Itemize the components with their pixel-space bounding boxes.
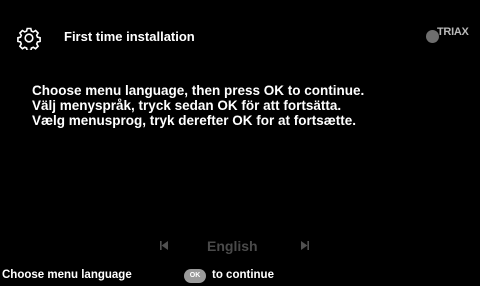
gear-icon bbox=[17, 27, 41, 50]
instruction-line-english: Choose menu language, then press OK to c… bbox=[32, 83, 365, 98]
footer-continue-text: to continue bbox=[212, 269, 274, 281]
skip-next-icon[interactable] bbox=[301, 241, 309, 250]
instruction-text: Choose menu language, then press OK to c… bbox=[32, 83, 364, 128]
instruction-line-swedish: Välj menyspråk, tryck sedan OK för att f… bbox=[32, 98, 342, 113]
instruction-line-danish: Vælg menusprog, tryk derefter OK for at … bbox=[32, 113, 357, 128]
ok-button-icon: OK bbox=[184, 269, 206, 283]
page-title: First time installation bbox=[64, 29, 195, 44]
footer-hint-bar: Choose menu language OK to continue bbox=[0, 268, 480, 286]
footer-hint: Choose menu language bbox=[2, 269, 132, 281]
skip-previous-icon[interactable] bbox=[160, 241, 168, 250]
language-selector[interactable]: English bbox=[0, 238, 480, 256]
logo-text: TRIAX bbox=[437, 26, 469, 38]
brand-logo: TRIAX bbox=[426, 26, 472, 48]
language-value[interactable]: English bbox=[207, 238, 258, 254]
installation-screen: First time installation TRIAX Choose men… bbox=[0, 0, 480, 286]
